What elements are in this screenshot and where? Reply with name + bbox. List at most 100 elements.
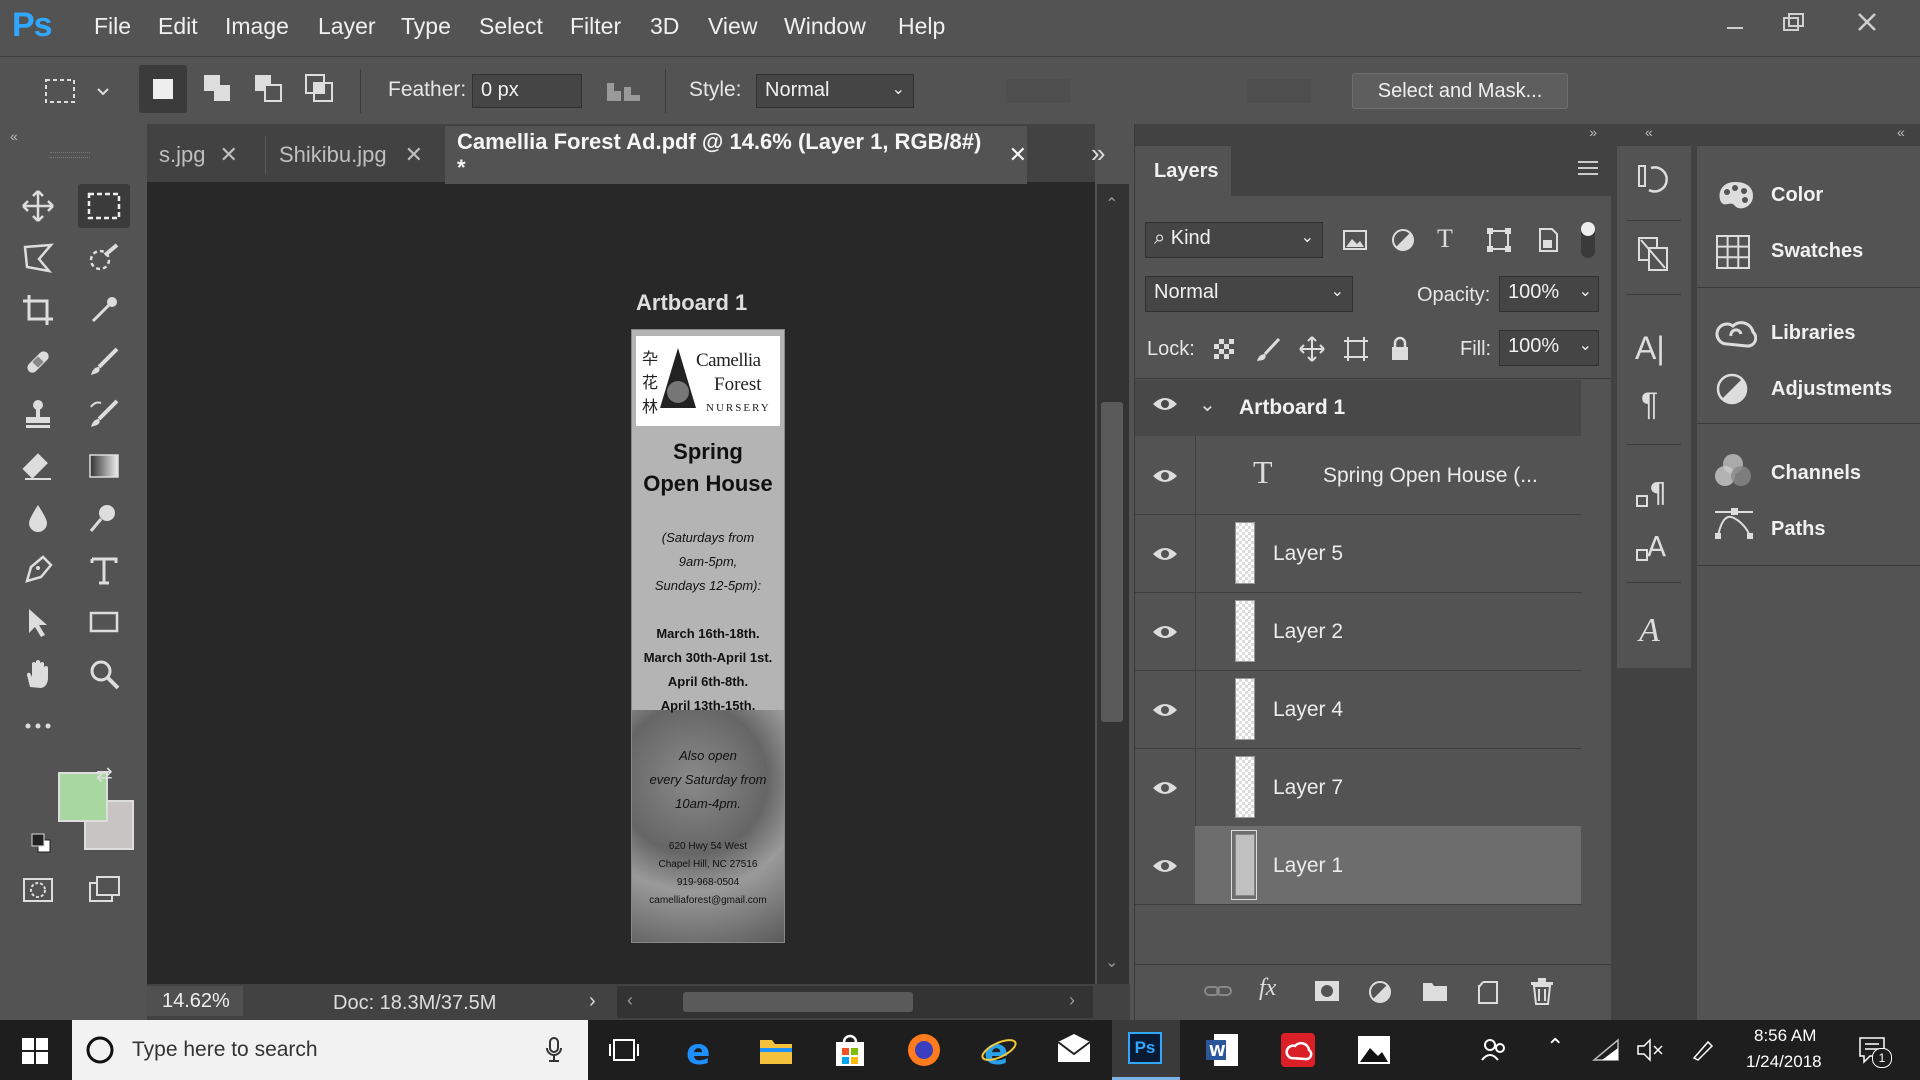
filter-type-icon[interactable]: T xyxy=(1437,224,1453,254)
panel-menu-button[interactable] xyxy=(1577,158,1599,178)
link-layers-button[interactable] xyxy=(1203,979,1233,1003)
minimize-button[interactable] xyxy=(1713,8,1757,38)
scroll-thumb[interactable] xyxy=(683,992,913,1012)
visibility-toggle[interactable] xyxy=(1151,622,1179,642)
filter-adjustment-button[interactable] xyxy=(1389,226,1417,254)
character-styles-button[interactable]: A xyxy=(1635,528,1673,566)
hand-tool[interactable] xyxy=(12,652,64,696)
gradient-tool[interactable] xyxy=(78,444,130,488)
style-select[interactable]: Normal ⌄ xyxy=(756,74,914,108)
visibility-toggle[interactable] xyxy=(1151,544,1179,564)
chevron-up-icon[interactable]: ⌃ xyxy=(1105,194,1118,214)
blend-mode-select[interactable]: Normal ⌄ xyxy=(1145,276,1353,312)
filter-shape-button[interactable] xyxy=(1485,226,1513,254)
task-view-button[interactable] xyxy=(608,1036,640,1064)
quick-selection-tool[interactable] xyxy=(78,236,130,280)
chevron-down-icon[interactable]: ⌄ xyxy=(1105,952,1118,972)
anti-alias-checkbox[interactable] xyxy=(604,77,644,107)
microphone-icon[interactable] xyxy=(544,1036,564,1064)
move-tool[interactable] xyxy=(12,184,64,228)
lock-pixels-button[interactable] xyxy=(1255,336,1281,362)
clone-stamp-tool[interactable] xyxy=(12,392,64,436)
layer-name[interactable]: Layer 5 xyxy=(1273,542,1343,566)
layer-row[interactable]: Layer 7 xyxy=(1135,748,1581,827)
artboard-group-row[interactable]: ⌄ Artboard 1 xyxy=(1135,380,1581,436)
swatches-panel-label[interactable]: Swatches xyxy=(1771,240,1863,263)
screen-mode-button[interactable] xyxy=(78,868,130,912)
start-button[interactable] xyxy=(22,1038,48,1064)
menu-help[interactable]: Help xyxy=(898,13,945,40)
menu-select[interactable]: Select xyxy=(479,13,543,40)
volume-icon[interactable] xyxy=(1636,1038,1664,1062)
new-adjustment-button[interactable] xyxy=(1367,979,1393,1005)
libraries-panel-icon[interactable] xyxy=(1713,316,1757,350)
layer-row[interactable]: T Spring Open House (... xyxy=(1135,436,1581,515)
character-panel-icon[interactable]: A| xyxy=(1635,330,1665,367)
dodge-tool[interactable] xyxy=(78,496,130,540)
menu-window[interactable]: Window xyxy=(784,13,866,40)
layer-row[interactable]: Layer 2 xyxy=(1135,592,1581,671)
lock-artboard-button[interactable] xyxy=(1343,336,1369,362)
artboard-canvas[interactable]: 卆 花 林 Camellia Forest NURSERY Spring Ope… xyxy=(631,329,785,943)
paths-panel-icon[interactable] xyxy=(1713,506,1755,542)
type-tool[interactable] xyxy=(78,548,130,592)
lock-all-button[interactable] xyxy=(1387,336,1413,362)
layer-name[interactable]: Layer 1 xyxy=(1273,854,1343,878)
taskbar-store[interactable] xyxy=(832,1032,868,1068)
select-and-mask-button[interactable]: Select and Mask... xyxy=(1352,73,1568,109)
expand-icon[interactable]: » xyxy=(1589,124,1597,140)
tab-s-jpg[interactable]: s.jpg ✕ xyxy=(147,126,265,184)
filter-toggle[interactable] xyxy=(1581,222,1595,258)
rectangular-marquee-tool[interactable] xyxy=(78,184,130,228)
path-selection-tool[interactable] xyxy=(12,600,64,644)
add-selection-button[interactable] xyxy=(194,65,242,113)
more-tabs-icon[interactable]: » xyxy=(1091,138,1105,169)
layer-filter-select[interactable]: ⌕ Kind ⌄ xyxy=(1145,222,1323,258)
menu-edit[interactable]: Edit xyxy=(158,13,198,40)
lock-position-button[interactable] xyxy=(1299,336,1325,362)
chevron-down-icon[interactable]: ⌄ xyxy=(1199,392,1216,417)
taskbar-photos[interactable] xyxy=(1356,1032,1392,1068)
collapse-icon[interactable]: « xyxy=(10,128,18,144)
visibility-toggle[interactable] xyxy=(1151,394,1179,414)
layer-name[interactable]: Layer 2 xyxy=(1273,620,1343,644)
expand-icon[interactable]: « xyxy=(1897,124,1905,140)
layer-name[interactable]: Layer 7 xyxy=(1273,776,1343,800)
taskbar-creative-cloud[interactable] xyxy=(1280,1032,1316,1068)
taskbar-internet-explorer[interactable]: e xyxy=(980,1032,1018,1068)
opacity-input[interactable]: 100% ⌄ xyxy=(1499,276,1599,312)
eyedropper-tool[interactable] xyxy=(78,288,130,332)
show-hidden-icons[interactable]: ⌃ xyxy=(1546,1034,1564,1060)
layer-row[interactable]: Layer 5 xyxy=(1135,514,1581,593)
filter-pixel-button[interactable] xyxy=(1341,226,1369,254)
blur-tool[interactable] xyxy=(12,496,64,540)
taskbar-mail[interactable] xyxy=(1056,1034,1092,1064)
artboard-label[interactable]: Artboard 1 xyxy=(636,290,747,316)
taskbar-firefox[interactable] xyxy=(906,1032,942,1068)
visibility-toggle[interactable] xyxy=(1151,778,1179,798)
restore-button[interactable] xyxy=(1771,8,1815,38)
color-panel-label[interactable]: Color xyxy=(1771,184,1823,207)
taskbar-edge[interactable]: e xyxy=(684,1032,720,1068)
crop-tool[interactable] xyxy=(12,288,64,332)
chevron-right-icon[interactable]: › xyxy=(1069,990,1075,1011)
brush-tool[interactable] xyxy=(78,340,130,384)
menu-type[interactable]: Type xyxy=(401,13,451,40)
paragraph-styles-button[interactable]: ¶ xyxy=(1635,474,1673,512)
channels-panel-label[interactable]: Channels xyxy=(1771,462,1861,485)
panel-grip[interactable] xyxy=(50,152,90,158)
visibility-toggle[interactable] xyxy=(1151,856,1179,876)
tab-close-icon[interactable]: ✕ xyxy=(405,142,423,168)
people-button[interactable] xyxy=(1480,1036,1508,1064)
new-layer-button[interactable] xyxy=(1475,979,1501,1005)
expand-icon[interactable]: « xyxy=(1645,124,1653,140)
layer-row[interactable]: Layer 4 xyxy=(1135,670,1581,749)
tab-shikibu-jpg[interactable]: Shikibu.jpg ✕ xyxy=(267,126,445,184)
lock-transparent-button[interactable] xyxy=(1211,336,1237,362)
fill-input[interactable]: 100% ⌄ xyxy=(1499,330,1599,366)
rectangle-tool[interactable] xyxy=(78,600,130,644)
fx-icon[interactable]: fx xyxy=(1259,975,1276,1002)
taskbar-word[interactable]: W xyxy=(1204,1032,1240,1068)
layer-name[interactable]: Spring Open House (... xyxy=(1323,464,1538,488)
glyphs-panel-icon[interactable]: A xyxy=(1639,612,1660,650)
